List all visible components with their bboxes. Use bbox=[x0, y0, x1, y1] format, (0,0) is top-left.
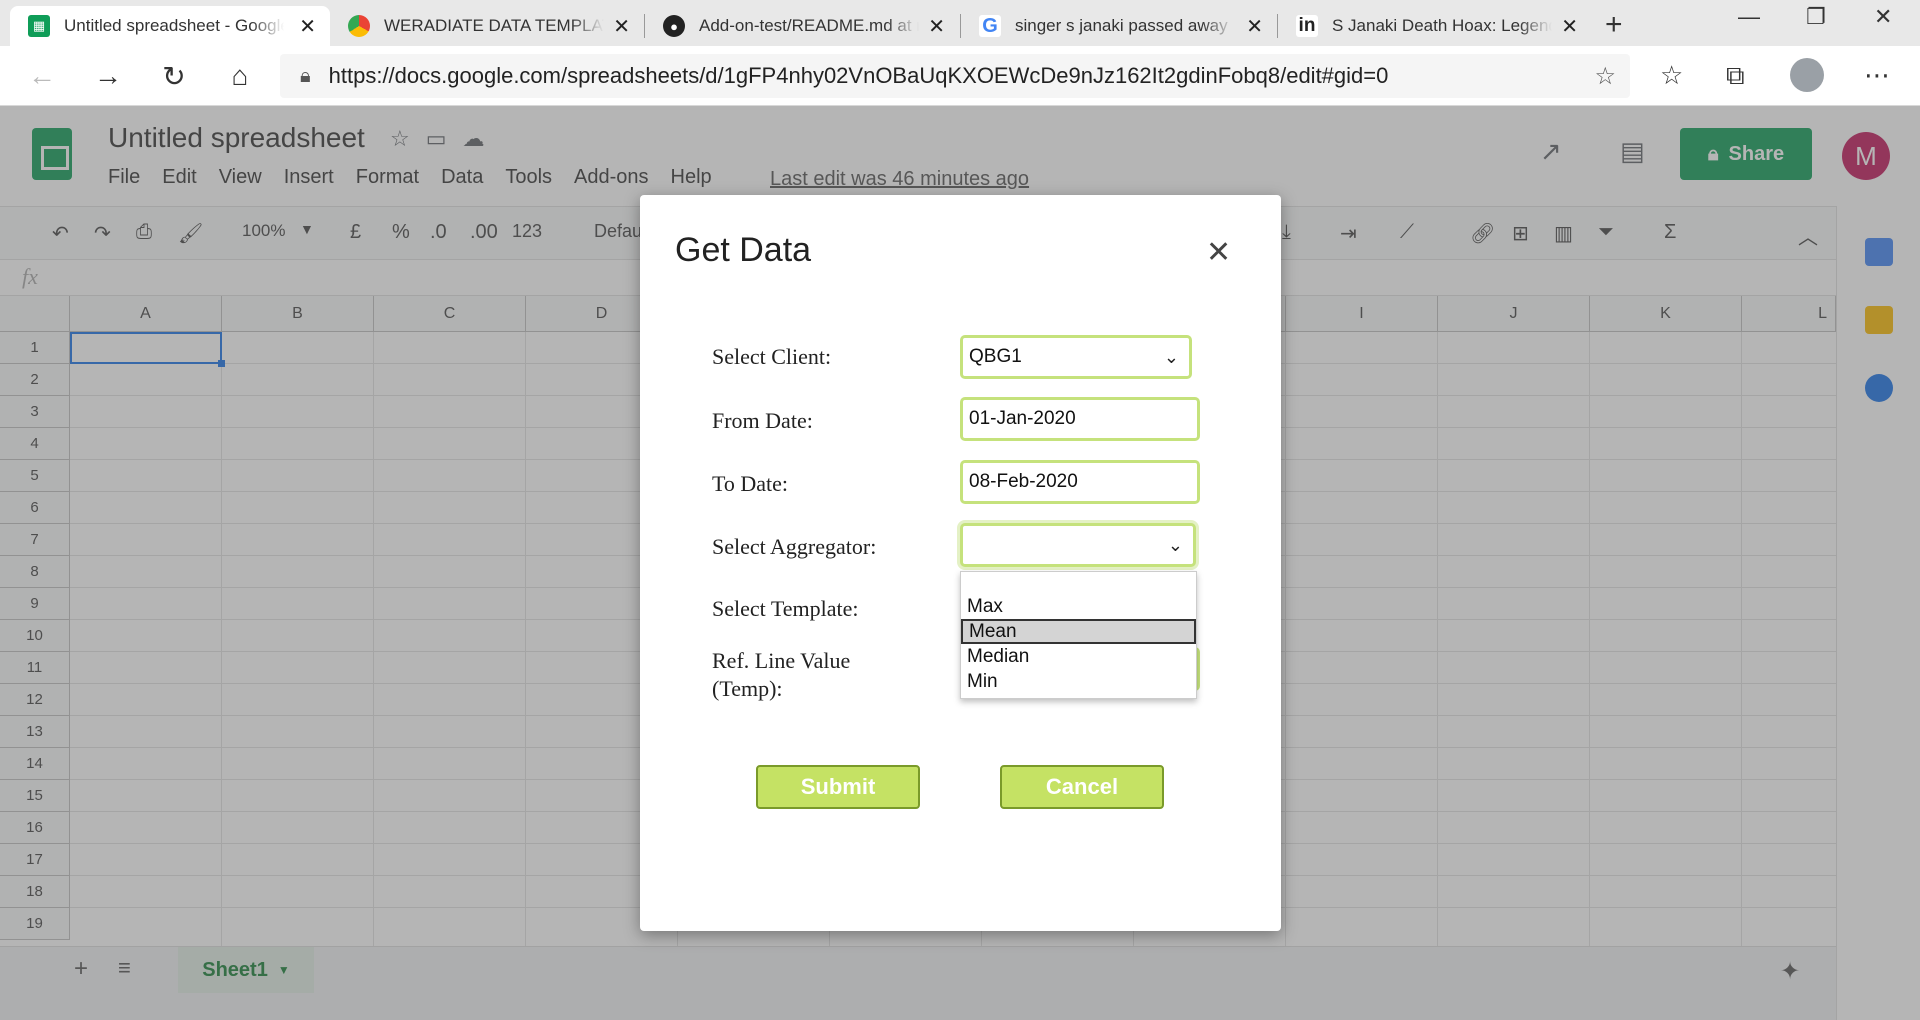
more-icon[interactable]: ⋯ bbox=[1864, 60, 1890, 91]
template-label: Select Template: bbox=[712, 596, 859, 621]
tab-title: S Janaki Death Hoax: Legendary bbox=[1332, 16, 1552, 35]
profile-icon[interactable] bbox=[1790, 58, 1824, 92]
from-date-field[interactable]: 01-Jan-2020 bbox=[960, 397, 1200, 441]
browser-tab-github[interactable]: ● Add-on-test/README.md at master ✕ bbox=[645, 6, 959, 46]
url-field[interactable]: 🔒︎ https://docs.google.com/spreadsheets/… bbox=[280, 54, 1630, 98]
google-sheets-icon: ▦ bbox=[28, 15, 50, 37]
aggregator-dropdown-list[interactable]: Max Mean Median Min bbox=[960, 571, 1197, 699]
tab-title: Add-on-test/README.md at master bbox=[699, 16, 919, 35]
refresh-icon[interactable]: ↻ bbox=[156, 60, 192, 93]
client-select[interactable]: QBG1 ⌄ bbox=[960, 335, 1192, 379]
close-tab-icon[interactable]: ✕ bbox=[1561, 14, 1578, 39]
address-bar: ← → ↻ ⌂ 🔒︎ https://docs.google.com/sprea… bbox=[0, 46, 1920, 106]
google-icon: G bbox=[979, 15, 1001, 37]
tab-title: WERADIATE DATA TEMPLATE bbox=[384, 16, 604, 35]
client-value: QBG1 bbox=[969, 346, 1022, 367]
submit-button[interactable]: Submit bbox=[756, 765, 920, 809]
minimize-icon[interactable]: — bbox=[1738, 4, 1760, 30]
close-window-icon[interactable]: ✕ bbox=[1874, 4, 1892, 30]
get-data-dialog: Get Data ✕ Select Client: QBG1 ⌄ From Da… bbox=[640, 195, 1281, 931]
inshorts-icon: in bbox=[1296, 15, 1318, 37]
browser-tab-sheets[interactable]: ▦ Untitled spreadsheet - Google Sheets ✕ bbox=[10, 6, 330, 46]
browser-tab-weradiate[interactable]: WERADIATE DATA TEMPLATE ✕ bbox=[330, 6, 644, 46]
favorites-icon[interactable]: ☆ bbox=[1660, 60, 1683, 91]
close-icon[interactable]: ✕ bbox=[1206, 235, 1231, 270]
chevron-down-icon: ⌄ bbox=[1167, 535, 1183, 555]
lock-icon: 🔒︎ bbox=[300, 64, 311, 87]
close-tab-icon[interactable]: ✕ bbox=[1246, 14, 1263, 39]
refline-label-line-2: (Temp): bbox=[712, 676, 783, 701]
to-date-label: To Date: bbox=[712, 471, 789, 496]
aggregator-option-median[interactable]: Median bbox=[961, 644, 1196, 669]
aggregator-select[interactable]: ⌄ bbox=[960, 523, 1196, 567]
chrome-icon bbox=[348, 15, 370, 37]
aggregator-label: Select Aggregator: bbox=[712, 534, 877, 559]
browser-tab-inshorts[interactable]: in S Janaki Death Hoax: Legendary ✕ bbox=[1278, 6, 1592, 46]
home-icon[interactable]: ⌂ bbox=[222, 60, 258, 92]
close-tab-icon[interactable]: ✕ bbox=[613, 14, 630, 39]
collections-icon[interactable]: ⧉ bbox=[1726, 60, 1745, 92]
browser-tabstrip: ▦ Untitled spreadsheet - Google Sheets ✕… bbox=[0, 0, 1920, 46]
refline-label-line-1: Ref. Line Value bbox=[712, 648, 851, 673]
cancel-button[interactable]: Cancel bbox=[1000, 765, 1164, 809]
dialog-title: Get Data bbox=[675, 231, 812, 269]
github-icon: ● bbox=[663, 15, 685, 37]
from-date-label: From Date: bbox=[712, 408, 813, 433]
client-label: Select Client: bbox=[712, 344, 832, 369]
close-tab-icon[interactable]: ✕ bbox=[299, 14, 316, 39]
tab-title: singer s janaki passed away bbox=[1015, 16, 1228, 35]
chevron-down-icon: ⌄ bbox=[1163, 347, 1179, 367]
favorite-star-icon[interactable]: ☆ bbox=[1594, 62, 1616, 91]
tab-title: Untitled spreadsheet - Google Sheets bbox=[64, 16, 284, 35]
close-tab-icon[interactable]: ✕ bbox=[928, 14, 945, 39]
browser-tab-google[interactable]: G singer s janaki passed away ✕ bbox=[961, 6, 1277, 46]
back-icon[interactable]: ← bbox=[24, 60, 60, 92]
restore-icon[interactable]: ❐ bbox=[1806, 4, 1826, 30]
url-text: https://docs.google.com/spreadsheets/d/1… bbox=[328, 63, 1389, 88]
aggregator-option-max[interactable]: Max bbox=[961, 594, 1196, 619]
forward-icon[interactable]: → bbox=[90, 60, 126, 92]
aggregator-option-min[interactable]: Min bbox=[961, 669, 1196, 694]
aggregator-option-mean[interactable]: Mean bbox=[961, 619, 1196, 644]
refline-label: Ref. Line Value (Temp): bbox=[712, 647, 850, 703]
to-date-value: 08-Feb-2020 bbox=[969, 471, 1078, 492]
to-date-field[interactable]: 08-Feb-2020 bbox=[960, 460, 1200, 504]
from-date-value: 01-Jan-2020 bbox=[969, 408, 1076, 429]
new-tab-button[interactable]: + bbox=[1605, 8, 1623, 42]
